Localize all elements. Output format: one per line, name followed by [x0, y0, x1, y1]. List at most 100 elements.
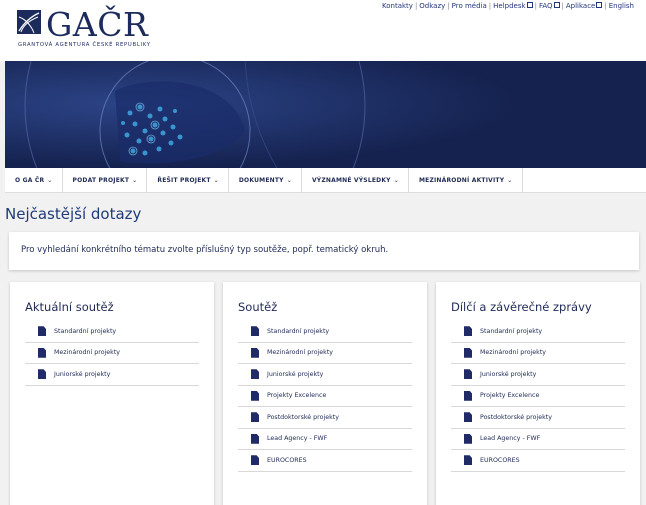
- document-icon: [251, 390, 259, 401]
- faq-card: Dílčí a závěrečné zprávy Standardní proje…: [436, 282, 640, 505]
- faq-link-label: Mezinárodní projekty: [480, 349, 547, 357]
- document-icon: [464, 390, 472, 401]
- faq-link[interactable]: Postdoktorské projekty: [238, 407, 412, 429]
- faq-link[interactable]: Mezinárodní projekty: [451, 343, 625, 364]
- top-link[interactable]: Pro média: [452, 2, 487, 10]
- faq-link-label: Projekty Excelence: [480, 392, 540, 400]
- hero-graphic: [5, 61, 646, 168]
- logo-name: GAČR: [46, 5, 149, 44]
- top-links: Kontakty | Odkazy | Pro média | Helpdesk | FAQ | A…: [382, 2, 634, 10]
- faq-link-label: Juniorské projekty: [267, 370, 324, 378]
- link-separator: |: [414, 2, 418, 10]
- faq-link[interactable]: Postdoktorské projekty: [451, 407, 625, 429]
- faq-link-label: Projekty Excelence: [267, 392, 327, 400]
- faq-link-label: Standardní projekty: [267, 327, 330, 335]
- logo-mark-icon: [17, 10, 41, 34]
- nav-item[interactable]: PODAT PROJEKT ⌄: [63, 168, 148, 193]
- nav-item-label: DOKUMENTY: [238, 177, 284, 184]
- card-title: Aktuální soutěž: [25, 300, 114, 314]
- document-icon: [464, 455, 472, 466]
- faq-link-label: Standardní projekty: [54, 327, 117, 335]
- card-link-list: Standardní projekty Mezinárodní projekty J…: [25, 321, 200, 386]
- hero-banner: [5, 61, 646, 168]
- chevron-down-icon: ⌄: [393, 177, 399, 184]
- chevron-down-icon: ⌄: [213, 177, 219, 184]
- faq-link[interactable]: Standardní projekty: [451, 321, 625, 343]
- document-icon: [38, 347, 46, 358]
- external-link-icon: [526, 2, 533, 8]
- document-icon: [251, 455, 259, 466]
- external-link-icon: [553, 2, 560, 8]
- nav-item-label: O GA ČR: [15, 177, 45, 184]
- faq-link-label: Lead Agency - FWF: [267, 435, 328, 443]
- faq-link[interactable]: Juniorské projekty: [25, 364, 199, 386]
- document-icon: [464, 433, 472, 444]
- document-icon: [251, 412, 259, 423]
- chevron-down-icon: ⌄: [47, 177, 53, 184]
- card-title: Dílčí a závěrečné zprávy: [451, 300, 592, 314]
- faq-link-label: Juniorské projekty: [54, 370, 111, 378]
- top-link[interactable]: FAQ: [539, 2, 553, 10]
- nav-item-label: PODAT PROJEKT: [72, 177, 130, 184]
- faq-link[interactable]: Juniorské projekty: [451, 364, 625, 386]
- faq-link[interactable]: Juniorské projekty: [238, 364, 412, 386]
- logo-subtitle: GRANTOVÁ AGENTURA ČESKÉ REPUBLIKY: [18, 42, 151, 48]
- faq-link-label: EUROCORES: [267, 456, 307, 464]
- site-header: GAČR GRANTOVÁ AGENTURA ČESKÉ REPUBLIKY K…: [0, 0, 646, 61]
- nav-item[interactable]: MEZINÁRODNÍ AKTIVITY ⌄: [409, 168, 523, 193]
- faq-link[interactable]: Projekty Excelence: [451, 386, 625, 407]
- faq-link-label: Mezinárodní projekty: [54, 349, 121, 357]
- top-link[interactable]: Helpdesk: [493, 2, 525, 10]
- faq-card: Aktuální soutěž Standardní projekty Meziná…: [10, 282, 214, 505]
- faq-link[interactable]: EUROCORES: [451, 450, 625, 472]
- document-icon: [251, 433, 259, 444]
- faq-link[interactable]: EUROCORES: [238, 450, 412, 472]
- link-separator: |: [534, 2, 537, 10]
- faq-link[interactable]: Lead Agency - FWF: [451, 429, 625, 450]
- page-title: Nejčastější dotazy: [5, 205, 142, 223]
- document-icon: [251, 326, 259, 337]
- faq-link-label: Lead Agency - FWF: [480, 435, 541, 443]
- top-link[interactable]: Aplikace: [566, 2, 596, 10]
- faq-link-label: Postdoktorské projekty: [267, 413, 339, 421]
- main-navigation: O GA ČR ⌄ PODAT PROJEKT ⌄ ŘEŠIT PROJEKT ⌄ DOKU…: [5, 168, 646, 193]
- chevron-down-icon: ⌄: [507, 177, 513, 184]
- nav-item[interactable]: O GA ČR ⌄: [5, 168, 63, 193]
- link-separator: |: [488, 2, 492, 10]
- link-separator: |: [561, 2, 564, 10]
- top-link[interactable]: Kontakty: [382, 2, 413, 10]
- faq-link[interactable]: Standardní projekty: [238, 321, 412, 343]
- external-link-icon: [596, 2, 603, 8]
- faq-link[interactable]: Mezinárodní projekty: [25, 343, 199, 364]
- faq-link[interactable]: Standardní projekty: [25, 321, 199, 343]
- card-link-list: Standardní projekty Mezinárodní projekty J…: [451, 321, 626, 472]
- card-link-list: Standardní projekty Mezinárodní projekty J…: [238, 321, 413, 472]
- faq-link[interactable]: Lead Agency - FWF: [238, 429, 412, 450]
- document-icon: [464, 412, 472, 423]
- document-icon: [464, 326, 472, 337]
- faq-link-label: EUROCORES: [480, 456, 520, 464]
- document-icon: [464, 369, 472, 380]
- faq-link[interactable]: Mezinárodní projekty: [238, 343, 412, 364]
- top-link[interactable]: Odkazy: [419, 2, 445, 10]
- document-icon: [251, 369, 259, 380]
- top-link[interactable]: English: [609, 2, 634, 10]
- chevron-down-icon: ⌄: [286, 177, 292, 184]
- nav-item-label: MEZINÁRODNÍ AKTIVITY: [418, 177, 505, 184]
- document-icon: [464, 347, 472, 358]
- link-separator: |: [604, 2, 607, 10]
- card-title: Soutěž: [238, 300, 278, 314]
- faq-link[interactable]: Projekty Excelence: [238, 386, 412, 407]
- nav-item-label: VÝZNAMNÉ VÝSLEDKY: [311, 177, 391, 184]
- document-icon: [38, 369, 46, 380]
- nav-item[interactable]: DOKUMENTY ⌄: [229, 168, 302, 193]
- document-icon: [251, 347, 259, 358]
- faq-link-label: Mezinárodní projekty: [267, 349, 334, 357]
- gacr-logo[interactable]: GAČR GRANTOVÁ AGENTURA ČESKÉ REPUBLIKY: [16, 5, 150, 53]
- nav-item[interactable]: ŘEŠIT PROJEKT ⌄: [147, 168, 229, 193]
- nav-item[interactable]: VÝZNAMNÉ VÝSLEDKY ⌄: [302, 168, 409, 193]
- faq-link-label: Standardní projekty: [480, 327, 543, 335]
- info-box: Pro vyhledání konkrétního tématu zvolte …: [9, 232, 639, 270]
- link-separator: |: [447, 2, 450, 10]
- chevron-down-icon: ⌄: [132, 177, 138, 184]
